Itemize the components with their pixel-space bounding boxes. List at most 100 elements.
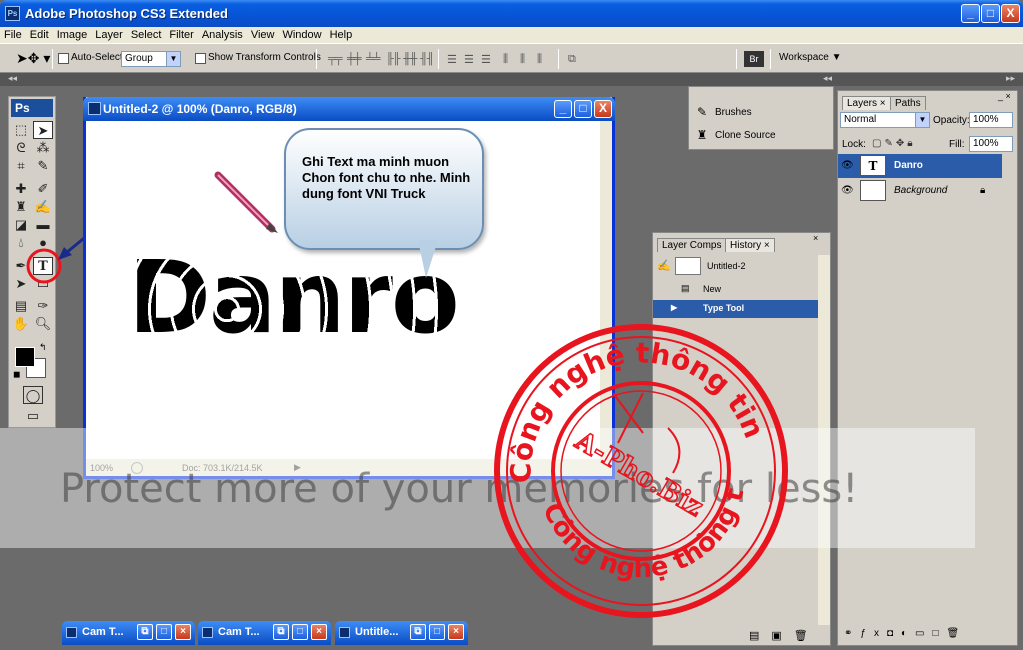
- healing-brush-icon[interactable]: ✚: [11, 180, 31, 198]
- menu-help[interactable]: Help: [326, 27, 357, 43]
- menu-window[interactable]: Window: [278, 27, 325, 43]
- tab-history[interactable]: History ×: [725, 238, 775, 252]
- opacity-field[interactable]: 100%: [969, 112, 1013, 128]
- brushes-icon[interactable]: ✎: [695, 105, 709, 119]
- align-top-icon[interactable]: ╤╤: [328, 53, 344, 65]
- panel-close-icon[interactable]: _ ×: [998, 91, 1011, 101]
- menu-view[interactable]: View: [247, 27, 279, 43]
- workspace-menu[interactable]: Workspace ▼: [779, 52, 842, 63]
- eye-icon[interactable]: 👁︎: [841, 160, 854, 171]
- auto-align-layers-icon[interactable]: ⧉: [568, 53, 584, 65]
- doc-close-button[interactable]: X: [594, 100, 612, 118]
- history-state[interactable]: ▤ New: [653, 281, 819, 299]
- maximize-icon[interactable]: □: [292, 624, 308, 640]
- tab-paths[interactable]: Paths: [890, 96, 926, 110]
- history-footer-buttons[interactable]: ▤▣🗑︎: [749, 629, 820, 642]
- close-icon[interactable]: ×: [448, 624, 464, 640]
- tab-layer-comps[interactable]: Layer Comps: [657, 238, 727, 252]
- distribute-top-icon[interactable]: ☰: [447, 53, 463, 66]
- pen-tool-icon[interactable]: ✒: [11, 257, 31, 275]
- maximize-icon[interactable]: □: [156, 624, 172, 640]
- eyedropper-icon[interactable]: ✑: [33, 297, 53, 315]
- minimized-window[interactable]: Cam T... ⧉ □ ×: [62, 621, 195, 645]
- close-button[interactable]: X: [1001, 4, 1020, 23]
- align-bottom-icon[interactable]: ╧╧: [366, 53, 382, 65]
- menu-layer[interactable]: Layer: [91, 27, 127, 43]
- clone-source-button[interactable]: Clone Source: [715, 130, 776, 141]
- layer-row[interactable]: 👁︎ T Danro: [838, 154, 1002, 178]
- align-right-icon[interactable]: ╢╢: [420, 53, 436, 65]
- maximize-button[interactable]: □: [981, 4, 1000, 23]
- hand-tool-icon[interactable]: ✋: [11, 315, 31, 333]
- magic-wand-icon[interactable]: ⁂: [33, 139, 53, 157]
- default-colors-icon[interactable]: ◼: [13, 369, 20, 380]
- align-vcenter-icon[interactable]: ╪╪: [347, 53, 363, 65]
- auto-select-checkbox[interactable]: [58, 53, 69, 64]
- fill-field[interactable]: 100%: [969, 136, 1013, 152]
- menu-image[interactable]: Image: [53, 27, 92, 43]
- bridge-icon[interactable]: Br: [744, 51, 764, 67]
- expand-panels-icon[interactable]: ▸▸: [1006, 73, 1015, 84]
- eraser-tool-icon[interactable]: ◪: [11, 216, 31, 234]
- eye-icon[interactable]: 👁︎: [841, 185, 854, 196]
- snapshot-brush-icon[interactable]: ✍: [657, 259, 671, 272]
- foreground-color-swatch[interactable]: [15, 347, 35, 367]
- clone-stamp-icon[interactable]: ♜: [11, 198, 31, 216]
- collapse-left-icon[interactable]: ◂◂: [8, 73, 17, 84]
- path-selection-icon[interactable]: ➤: [11, 275, 31, 293]
- auto-select-dropdown[interactable]: Group ▼: [121, 51, 181, 67]
- gradient-tool-icon[interactable]: ▬: [33, 216, 53, 234]
- crop-tool-icon[interactable]: ⌗: [11, 157, 31, 175]
- distribute-hcenter-icon[interactable]: ⫼: [520, 53, 536, 65]
- layers-footer-buttons[interactable]: ⚭ƒx◘◐▭□🗑︎: [838, 625, 1017, 645]
- distribute-vcenter-icon[interactable]: ☰: [464, 53, 480, 66]
- align-left-icon[interactable]: ╟╟: [386, 53, 402, 65]
- brushes-button[interactable]: Brushes: [715, 107, 752, 118]
- minimized-window[interactable]: Untitle... ⧉ □ ×: [335, 621, 468, 645]
- screen-mode-icon[interactable]: ▭: [23, 407, 43, 425]
- lock-icons[interactable]: ▢✎✥🔒︎: [872, 138, 916, 149]
- align-hcenter-icon[interactable]: ╫╫: [403, 53, 419, 65]
- history-brush-icon[interactable]: ✍: [33, 198, 53, 216]
- move-tool-icon[interactable]: ➤: [33, 121, 53, 139]
- menu-file[interactable]: File: [0, 27, 26, 43]
- notes-tool-icon[interactable]: ▤: [11, 297, 31, 315]
- distribute-bottom-icon[interactable]: ☰: [481, 53, 497, 66]
- menu-analysis[interactable]: Analysis: [198, 27, 247, 43]
- minimized-window[interactable]: Cam T... ⧉ □ ×: [198, 621, 331, 645]
- blend-mode-dropdown[interactable]: Normal ▼: [840, 112, 930, 128]
- show-transform-checkbox[interactable]: [195, 53, 206, 64]
- history-close-icon[interactable]: ×: [813, 233, 818, 243]
- minimize-button[interactable]: _: [961, 4, 980, 23]
- doc-maximize-button[interactable]: □: [574, 100, 592, 118]
- restore-icon[interactable]: ⧉: [273, 624, 289, 640]
- brush-tool-icon[interactable]: ✐: [33, 180, 53, 198]
- restore-icon[interactable]: ⧉: [410, 624, 426, 640]
- distribute-left-icon[interactable]: ⫼: [503, 53, 519, 65]
- layer-row[interactable]: 👁︎ Background 🔒︎: [838, 179, 1002, 203]
- doc-minimize-button[interactable]: _: [554, 100, 572, 118]
- photoshop-logo[interactable]: Ps: [11, 99, 53, 117]
- history-slider-icon[interactable]: ▶: [671, 303, 677, 312]
- zoom-tool-icon[interactable]: 🔍︎: [33, 315, 53, 333]
- swap-colors-icon[interactable]: ↰: [39, 342, 47, 353]
- close-icon[interactable]: ×: [311, 624, 327, 640]
- close-icon[interactable]: ×: [175, 624, 191, 640]
- history-state[interactable]: ▶ Type Tool: [653, 300, 819, 318]
- shape-tool-icon[interactable]: ▭: [33, 275, 53, 293]
- marquee-tool-icon[interactable]: ⬚: [11, 121, 31, 139]
- clone-source-icon[interactable]: ♜: [695, 128, 709, 142]
- blur-tool-icon[interactable]: 💧︎: [11, 234, 31, 252]
- restore-icon[interactable]: ⧉: [137, 624, 153, 640]
- lasso-tool-icon[interactable]: ᘓ: [11, 139, 31, 157]
- type-tool-icon[interactable]: T: [33, 257, 53, 275]
- maximize-icon[interactable]: □: [429, 624, 445, 640]
- tab-layers[interactable]: Layers ×: [842, 96, 891, 110]
- distribute-right-icon[interactable]: ⫼: [537, 53, 553, 65]
- move-tool-preset-icon[interactable]: ➤✥ ▾: [16, 50, 50, 67]
- menu-filter[interactable]: Filter: [165, 27, 197, 43]
- quick-mask-icon[interactable]: ◯: [23, 386, 43, 404]
- document-title-bar[interactable]: Untitled-2 @ 100% (Danro, RGB/8) _ □ X: [83, 97, 615, 121]
- menu-select[interactable]: Select: [127, 27, 166, 43]
- canvas-type-layer[interactable]: Danro: [128, 239, 460, 356]
